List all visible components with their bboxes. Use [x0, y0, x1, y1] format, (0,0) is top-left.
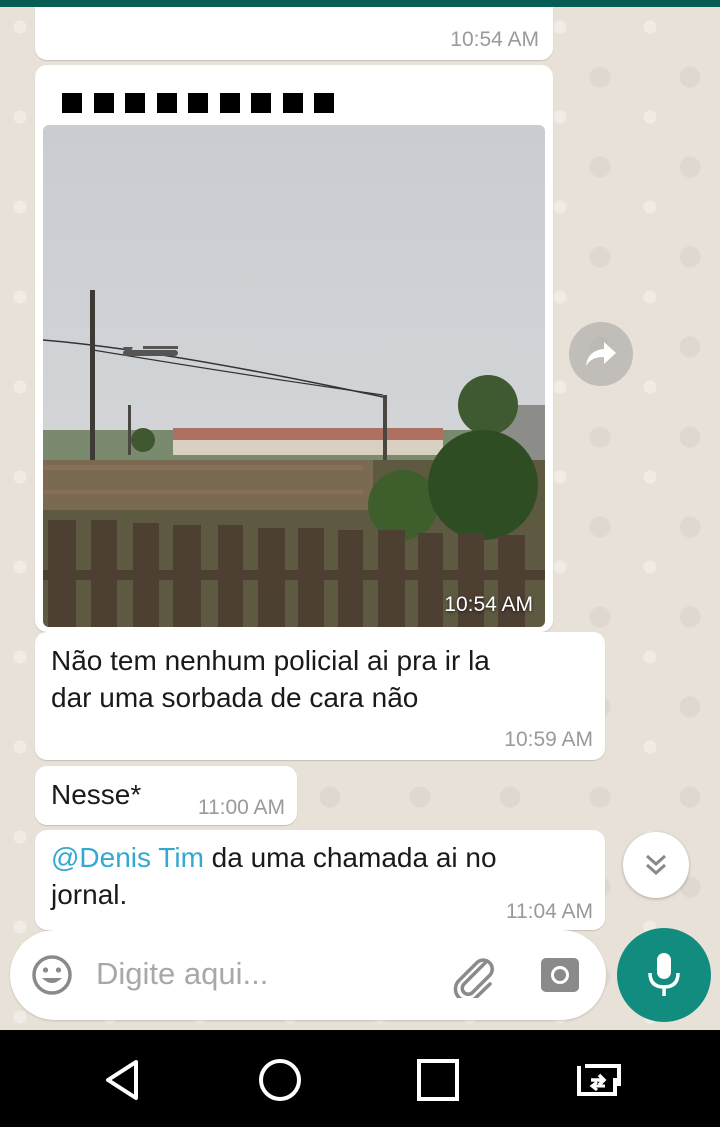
- nav-switch-button[interactable]: [567, 1050, 627, 1110]
- nav-home-button[interactable]: [250, 1050, 310, 1110]
- chat-area[interactable]: 10:54 AM 10:54 AM Não tem nenhum policia…: [0, 7, 720, 1030]
- paperclip-icon[interactable]: [450, 954, 496, 1003]
- message-time: 11:00 AM: [197, 796, 285, 819]
- switch-apps-icon: [577, 1064, 621, 1096]
- forward-icon: [586, 342, 616, 366]
- message-text: Não tem nenhum policial ai pra ir la dar…: [51, 642, 490, 716]
- home-circle-icon: [259, 1059, 301, 1101]
- forward-button[interactable]: [569, 322, 633, 386]
- microphone-icon: [648, 953, 680, 996]
- back-triangle-icon: [106, 1060, 138, 1100]
- photo-landscape: [43, 125, 545, 627]
- camera-icon[interactable]: [539, 954, 581, 1001]
- nav-back-button[interactable]: [92, 1050, 152, 1110]
- message-input[interactable]: Digite aqui...: [96, 956, 268, 992]
- message-bubble[interactable]: Nesse* 11:00 AM: [35, 766, 297, 825]
- nav-recents-button[interactable]: [408, 1050, 468, 1110]
- emoji-icon[interactable]: [30, 953, 74, 1002]
- message-text: Nesse*: [51, 779, 142, 810]
- top-app-bar-edge: [0, 0, 720, 7]
- message-text-rest: da uma chamada ai no: [203, 842, 497, 873]
- double-chevron-down-icon: [646, 854, 666, 876]
- message-bubble[interactable]: Não tem nenhum policial ai pra ir la dar…: [35, 632, 605, 760]
- message-line: jornal.: [51, 879, 128, 910]
- system-navigation-bar: [0, 1030, 720, 1127]
- microphone-button[interactable]: [617, 928, 711, 1022]
- message-bubble[interactable]: @Denis Tim da uma chamada ai no jornal. …: [35, 830, 605, 930]
- scroll-to-bottom-button[interactable]: [623, 832, 689, 898]
- user-mention[interactable]: @Denis Tim: [51, 842, 204, 873]
- message-line: Não tem nenhum policial ai pra ir la: [51, 645, 490, 676]
- message-text: @Denis Tim da uma chamada ai no jornal.: [51, 839, 497, 913]
- message-line: dar uma sorbada de cara não: [51, 682, 419, 713]
- message-composer[interactable]: Digite aqui...: [10, 930, 606, 1020]
- message-bubble[interactable]: 10:54 AM: [35, 7, 553, 60]
- redacted-sender-name: [62, 93, 346, 118]
- message-photo[interactable]: 10:54 AM: [43, 125, 545, 627]
- message-time: 10:59 AM: [504, 728, 593, 751]
- photo-time: 10:54 AM: [444, 593, 533, 616]
- message-time: 10:54 AM: [450, 28, 539, 51]
- recents-square-icon: [417, 1059, 459, 1101]
- message-time: 11:04 AM: [505, 900, 593, 923]
